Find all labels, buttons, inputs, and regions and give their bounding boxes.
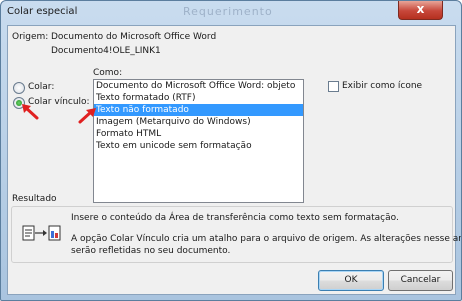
display-as-icon-checkbox[interactable]	[328, 81, 339, 92]
annotation-arrow-icon	[77, 108, 97, 127]
as-listbox[interactable]: Documento do Microsoft Office Word: obje…	[93, 79, 304, 203]
result-label: Resultado	[12, 194, 57, 204]
paste-radio[interactable]	[13, 82, 25, 94]
source-label: Origem:	[12, 32, 49, 42]
annotation-arrow-icon	[21, 104, 41, 125]
close-button[interactable]: x	[398, 1, 443, 20]
result-line-1: Insere o conteúdo da Área de transferênc…	[71, 213, 399, 223]
list-item[interactable]: Formato HTML	[94, 128, 303, 140]
title-bar[interactable]: Colar especial Requerimento x	[1, 1, 461, 25]
list-item[interactable]: Texto formatado (RTF)	[94, 92, 303, 104]
ok-button[interactable]: OK	[318, 270, 384, 291]
dialog-title: Colar especial	[7, 6, 78, 17]
paste-link-result-icon	[22, 222, 62, 246]
paste-radio-label[interactable]: Colar:	[28, 82, 54, 92]
list-item[interactable]: Documento do Microsoft Office Word: obje…	[94, 80, 303, 92]
list-item[interactable]: Texto em unicode sem formatação	[94, 140, 303, 152]
dialog-window: Colar especial Requerimento x Origem: Do…	[0, 0, 462, 301]
list-item[interactable]: Imagem (Metarquivo do Windows)	[94, 116, 303, 128]
cancel-button[interactable]: Cancelar	[388, 270, 453, 291]
result-line-2: A opção Colar Vínculo cria um atalho par…	[71, 234, 462, 244]
as-label: Como:	[93, 68, 123, 78]
list-item-selected[interactable]: Texto não formatado	[94, 104, 303, 116]
result-line-3: serão refletidas no seu documento.	[71, 246, 231, 256]
source-line-2: Documento4!OLE_LINK1	[51, 46, 161, 56]
dialog-body: Origem: Documento do Microsoft Office Wo…	[7, 25, 461, 295]
source-line-1: Documento do Microsoft Office Word	[51, 32, 217, 42]
background-window-title: Requerimento	[183, 5, 273, 18]
display-as-icon-label[interactable]: Exibir como ícone	[342, 81, 422, 91]
close-icon: x	[416, 2, 425, 16]
